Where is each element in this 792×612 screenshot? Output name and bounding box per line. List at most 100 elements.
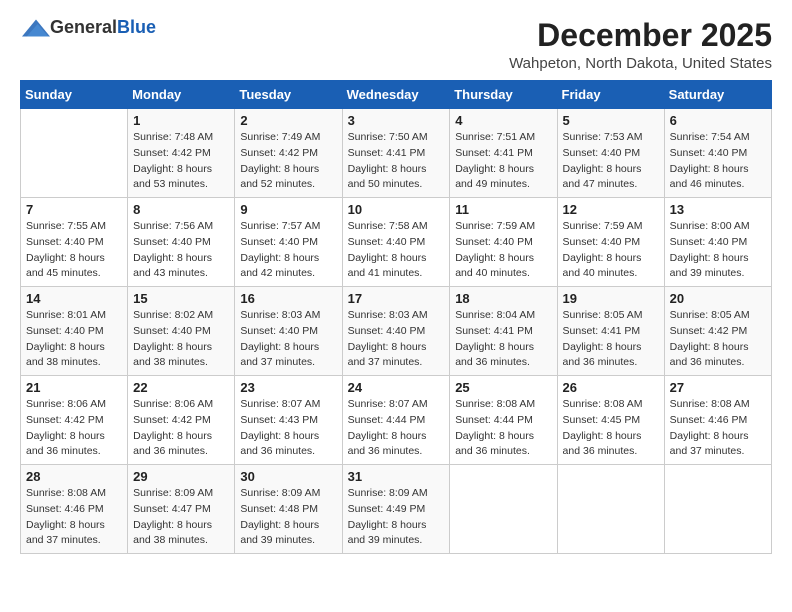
calendar-cell-w1-d2: 1 Sunrise: 7:48 AMSunset: 4:42 PMDaylight… <box>128 109 235 198</box>
col-wednesday: Wednesday <box>342 81 450 109</box>
calendar-cell-w2-d1: 7 Sunrise: 7:55 AMSunset: 4:40 PMDaylight… <box>21 198 128 287</box>
logo-text: GeneralBlue <box>50 18 156 38</box>
day-info: Sunrise: 7:53 AMSunset: 4:40 PMDaylight:… <box>563 130 659 193</box>
day-info: Sunrise: 8:06 AMSunset: 4:42 PMDaylight:… <box>26 397 122 460</box>
calendar-cell-w3-d6: 19 Sunrise: 8:05 AMSunset: 4:41 PMDayligh… <box>557 287 664 376</box>
calendar-cell-w5-d5 <box>450 465 557 554</box>
col-tuesday: Tuesday <box>235 81 342 109</box>
logo: GeneralBlue <box>20 18 156 38</box>
day-number: 3 <box>348 113 445 128</box>
calendar-page: GeneralBlue December 2025 Wahpeton, Nort… <box>0 0 792 612</box>
day-info: Sunrise: 7:58 AMSunset: 4:40 PMDaylight:… <box>348 219 445 282</box>
calendar-week-5: 28Sunrise: 8:08 AMSunset: 4:46 PMDayligh… <box>21 465 772 554</box>
day-number: 22 <box>133 380 229 395</box>
header: GeneralBlue December 2025 Wahpeton, Nort… <box>20 18 772 72</box>
calendar-cell-w4-d5: 25Sunrise: 8:08 AMSunset: 4:44 PMDayligh… <box>450 376 557 465</box>
calendar-cell-w4-d4: 24 Sunrise: 8:07 AMSunset: 4:44 PMDayligh… <box>342 376 450 465</box>
day-info: Sunrise: 7:55 AMSunset: 4:40 PMDaylight:… <box>26 219 122 282</box>
day-number: 27 <box>670 380 766 395</box>
day-info: Sunrise: 7:48 AMSunset: 4:42 PMDaylight:… <box>133 130 229 193</box>
calendar-cell-w3-d5: 18Sunrise: 8:04 AMSunset: 4:41 PMDayligh… <box>450 287 557 376</box>
calendar-cell-w2-d3: 9 Sunrise: 7:57 AMSunset: 4:40 PMDaylight… <box>235 198 342 287</box>
calendar-cell-w1-d7: 6 Sunrise: 7:54 AMSunset: 4:40 PMDaylight… <box>664 109 771 198</box>
calendar-week-3: 14 Sunrise: 8:01 AMSunset: 4:40 PMDayligh… <box>21 287 772 376</box>
day-info: Sunrise: 7:57 AMSunset: 4:40 PMDaylight:… <box>240 219 336 282</box>
day-info: Sunrise: 8:06 AMSunset: 4:42 PMDaylight:… <box>133 397 229 460</box>
day-info: Sunrise: 8:09 AMSunset: 4:48 PMDaylight:… <box>240 486 336 549</box>
day-number: 6 <box>670 113 766 128</box>
calendar-cell-w1-d6: 5 Sunrise: 7:53 AMSunset: 4:40 PMDaylight… <box>557 109 664 198</box>
calendar-cell-w5-d7 <box>664 465 771 554</box>
calendar-cell-w5-d6 <box>557 465 664 554</box>
day-number: 31 <box>348 469 445 484</box>
day-number: 26 <box>563 380 659 395</box>
day-info: Sunrise: 7:59 AMSunset: 4:40 PMDaylight:… <box>563 219 659 282</box>
day-number: 19 <box>563 291 659 306</box>
day-number: 29 <box>133 469 229 484</box>
day-info: Sunrise: 8:08 AMSunset: 4:45 PMDaylight:… <box>563 397 659 460</box>
day-number: 23 <box>240 380 336 395</box>
calendar-cell-w5-d2: 29 Sunrise: 8:09 AMSunset: 4:47 PMDayligh… <box>128 465 235 554</box>
calendar-cell-w2-d5: 11Sunrise: 7:59 AMSunset: 4:40 PMDayligh… <box>450 198 557 287</box>
col-monday: Monday <box>128 81 235 109</box>
calendar-cell-w2-d7: 13 Sunrise: 8:00 AMSunset: 4:40 PMDayligh… <box>664 198 771 287</box>
day-info: Sunrise: 8:08 AMSunset: 4:46 PMDaylight:… <box>670 397 766 460</box>
day-number: 9 <box>240 202 336 217</box>
day-number: 2 <box>240 113 336 128</box>
location-title: Wahpeton, North Dakota, United States <box>509 55 772 72</box>
calendar-cell-w1-d4: 3Sunrise: 7:50 AMSunset: 4:41 PMDaylight… <box>342 109 450 198</box>
day-number: 28 <box>26 469 122 484</box>
day-info: Sunrise: 7:49 AMSunset: 4:42 PMDaylight:… <box>240 130 336 193</box>
day-info: Sunrise: 7:56 AMSunset: 4:40 PMDaylight:… <box>133 219 229 282</box>
col-friday: Friday <box>557 81 664 109</box>
day-info: Sunrise: 8:03 AMSunset: 4:40 PMDaylight:… <box>240 308 336 371</box>
calendar-cell-w2-d4: 10 Sunrise: 7:58 AMSunset: 4:40 PMDayligh… <box>342 198 450 287</box>
day-number: 5 <box>563 113 659 128</box>
col-sunday: Sunday <box>21 81 128 109</box>
calendar-cell-w1-d5: 4 Sunrise: 7:51 AMSunset: 4:41 PMDaylight… <box>450 109 557 198</box>
day-info: Sunrise: 8:03 AMSunset: 4:40 PMDaylight:… <box>348 308 445 371</box>
day-info: Sunrise: 8:02 AMSunset: 4:40 PMDaylight:… <box>133 308 229 371</box>
day-info: Sunrise: 8:07 AMSunset: 4:44 PMDaylight:… <box>348 397 445 460</box>
calendar-cell-w4-d7: 27 Sunrise: 8:08 AMSunset: 4:46 PMDayligh… <box>664 376 771 465</box>
day-info: Sunrise: 8:05 AMSunset: 4:42 PMDaylight:… <box>670 308 766 371</box>
calendar-cell-w4-d2: 22 Sunrise: 8:06 AMSunset: 4:42 PMDayligh… <box>128 376 235 465</box>
logo-blue: Blue <box>117 17 156 37</box>
day-number: 1 <box>133 113 229 128</box>
calendar-cell-w4-d1: 21Sunrise: 8:06 AMSunset: 4:42 PMDayligh… <box>21 376 128 465</box>
calendar-cell-w3-d3: 16 Sunrise: 8:03 AMSunset: 4:40 PMDayligh… <box>235 287 342 376</box>
calendar-cell-w4-d6: 26 Sunrise: 8:08 AMSunset: 4:45 PMDayligh… <box>557 376 664 465</box>
month-title: December 2025 <box>509 18 772 53</box>
calendar-cell-w5-d1: 28Sunrise: 8:08 AMSunset: 4:46 PMDayligh… <box>21 465 128 554</box>
logo-general: General <box>50 17 117 37</box>
day-number: 30 <box>240 469 336 484</box>
day-number: 24 <box>348 380 445 395</box>
day-info: Sunrise: 7:59 AMSunset: 4:40 PMDaylight:… <box>455 219 551 282</box>
calendar-cell-w1-d1 <box>21 109 128 198</box>
calendar-cell-w2-d2: 8Sunrise: 7:56 AMSunset: 4:40 PMDaylight… <box>128 198 235 287</box>
day-number: 25 <box>455 380 551 395</box>
day-info: Sunrise: 8:05 AMSunset: 4:41 PMDaylight:… <box>563 308 659 371</box>
logo-icon <box>22 19 50 37</box>
day-number: 14 <box>26 291 122 306</box>
day-info: Sunrise: 7:54 AMSunset: 4:40 PMDaylight:… <box>670 130 766 193</box>
calendar-cell-w3-d1: 14 Sunrise: 8:01 AMSunset: 4:40 PMDayligh… <box>21 287 128 376</box>
calendar-cell-w1-d3: 2 Sunrise: 7:49 AMSunset: 4:42 PMDaylight… <box>235 109 342 198</box>
day-number: 10 <box>348 202 445 217</box>
day-number: 12 <box>563 202 659 217</box>
title-area: December 2025 Wahpeton, North Dakota, Un… <box>509 18 772 72</box>
day-info: Sunrise: 8:00 AMSunset: 4:40 PMDaylight:… <box>670 219 766 282</box>
day-number: 4 <box>455 113 551 128</box>
calendar-cell-w3-d2: 15 Sunrise: 8:02 AMSunset: 4:40 PMDayligh… <box>128 287 235 376</box>
col-thursday: Thursday <box>450 81 557 109</box>
calendar-cell-w5-d3: 30 Sunrise: 8:09 AMSunset: 4:48 PMDayligh… <box>235 465 342 554</box>
day-info: Sunrise: 8:09 AMSunset: 4:47 PMDaylight:… <box>133 486 229 549</box>
day-number: 15 <box>133 291 229 306</box>
day-info: Sunrise: 8:01 AMSunset: 4:40 PMDaylight:… <box>26 308 122 371</box>
day-number: 16 <box>240 291 336 306</box>
day-number: 7 <box>26 202 122 217</box>
calendar-cell-w5-d4: 31Sunrise: 8:09 AMSunset: 4:49 PMDayligh… <box>342 465 450 554</box>
day-number: 13 <box>670 202 766 217</box>
day-info: Sunrise: 7:51 AMSunset: 4:41 PMDaylight:… <box>455 130 551 193</box>
calendar-week-2: 7 Sunrise: 7:55 AMSunset: 4:40 PMDaylight… <box>21 198 772 287</box>
